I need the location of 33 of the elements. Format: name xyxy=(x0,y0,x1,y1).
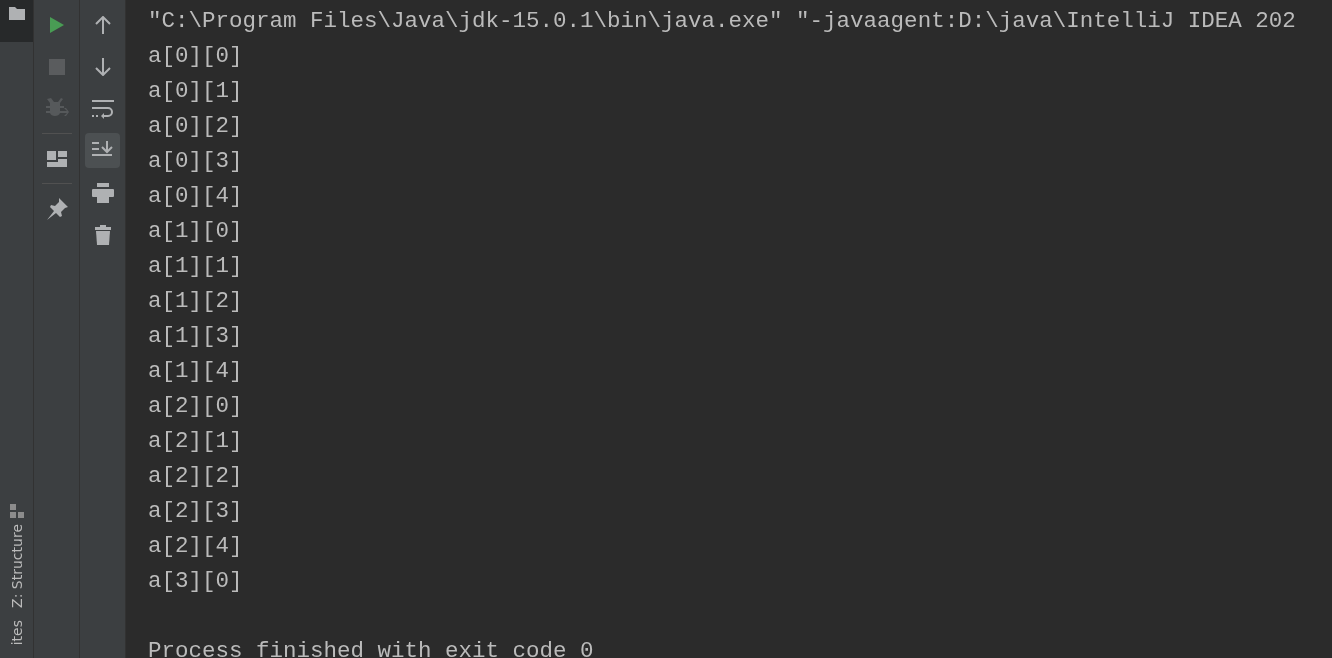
console-line: a[0][4] xyxy=(148,182,243,211)
console-line: a[1][1] xyxy=(148,252,243,281)
console-line: a[1][0] xyxy=(148,217,243,246)
console-line: a[3][0] xyxy=(148,567,243,596)
down-arrow-icon xyxy=(94,57,111,76)
console-line: a[1][3] xyxy=(148,322,243,351)
console-line: a[2][0] xyxy=(148,392,243,421)
console-line: a[2][1] xyxy=(148,427,243,456)
favorites-tab[interactable]: ites xyxy=(0,616,33,658)
console-line: "C:\Program Files\Java\jdk-15.0.1\bin\java.exe" "-javaagent:D:\java\IntelliJ IDEA 202 xyxy=(148,7,1296,36)
trash-icon xyxy=(94,224,111,245)
console-line: a[2][4] xyxy=(148,532,243,561)
up-arrow-icon xyxy=(94,15,111,34)
console-line: a[0][1] xyxy=(148,77,243,106)
structure-tab[interactable]: Z: Structure xyxy=(0,500,33,616)
console-line: a[0][0] xyxy=(148,42,243,71)
scroll-end-button[interactable] xyxy=(85,133,120,168)
folder-icon xyxy=(8,6,25,20)
console-line: a[0][2] xyxy=(148,112,243,141)
pin-icon xyxy=(45,197,68,220)
console-line: a[1][2] xyxy=(148,287,243,316)
run-icon xyxy=(48,15,65,34)
printer-icon xyxy=(91,182,114,203)
layout-icon xyxy=(46,150,67,167)
structure-icon xyxy=(9,504,24,519)
wrap-icon xyxy=(91,98,114,119)
exit-message: Process finished with exit code 0 xyxy=(148,637,594,658)
console-line: a[2][2] xyxy=(148,462,243,491)
console-line: a[1][4] xyxy=(148,357,243,386)
console-line: a[0][3] xyxy=(148,147,243,176)
console-line: a[2][3] xyxy=(148,497,243,526)
stop-icon xyxy=(48,58,65,75)
project-tab[interactable] xyxy=(0,0,33,42)
